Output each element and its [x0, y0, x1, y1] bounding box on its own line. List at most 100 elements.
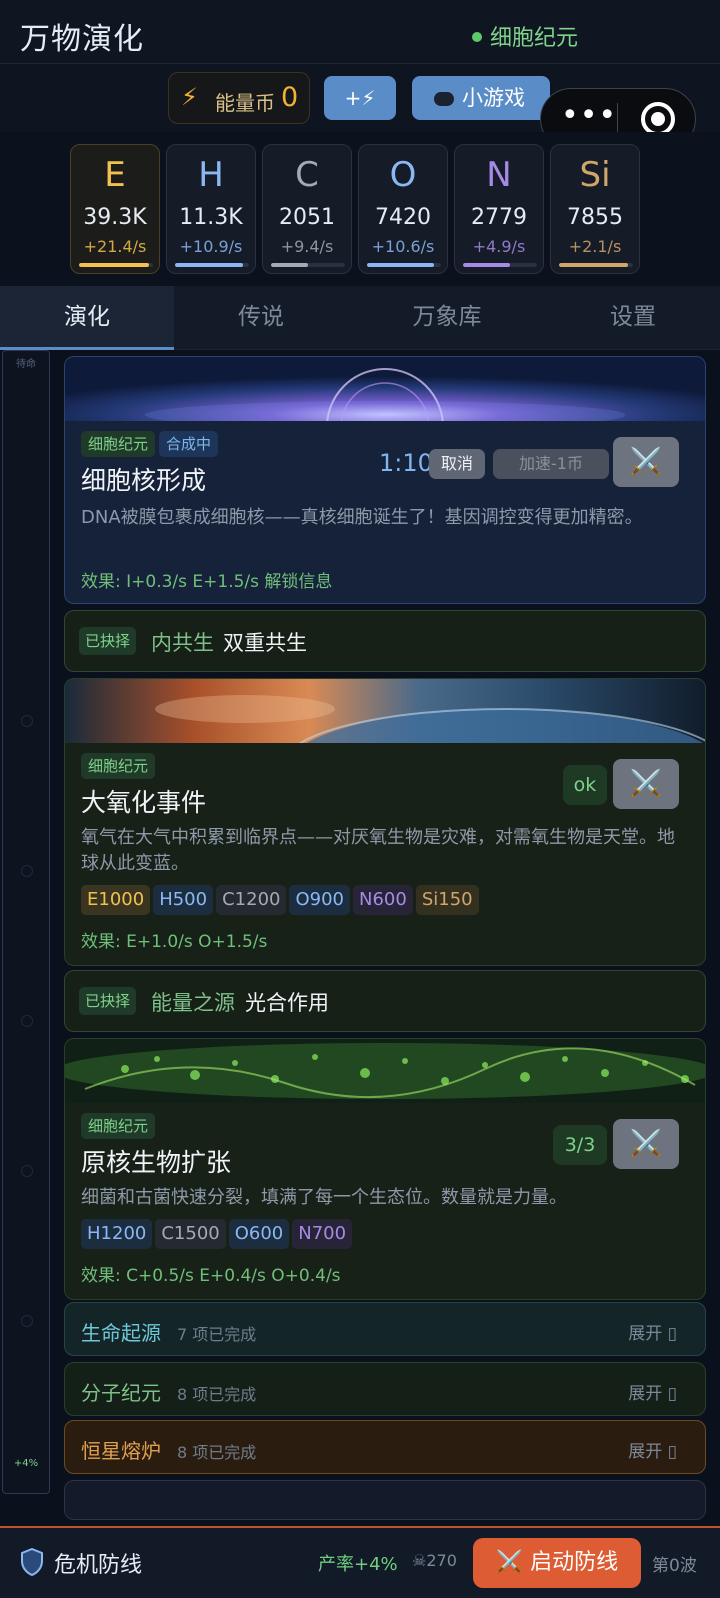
evolution-list: 细胞纪元 合成中 细胞核形成 1:10 取消 加速-1币 ⚔️ DNA被膜包裹成细… [62, 350, 708, 1528]
progress-rail: 待命 +4% [2, 350, 50, 1494]
crossed-swords-icon[interactable]: ⚔️ [613, 437, 679, 487]
resource-card-si[interactable]: Si 7855 +2.1/s [550, 144, 640, 274]
earth-banner [65, 679, 705, 743]
coin-label: 能量币 [215, 91, 275, 115]
status-tag: 合成中 [159, 431, 219, 457]
resource-symbol: E [104, 155, 126, 195]
target-icon[interactable] [641, 102, 675, 136]
shield-icon [21, 1548, 43, 1576]
coin-value: 0 [281, 82, 299, 113]
tab-bar: 演化 传说 万象库 设置 [0, 286, 720, 350]
app-title: 万物演化 [20, 22, 144, 57]
cost-chip: C1200 [216, 885, 287, 915]
tab-library[interactable]: 万象库 [360, 286, 534, 350]
resource-card-e[interactable]: E 39.3K +21.4/s [70, 144, 160, 274]
resource-progress-fill [367, 263, 434, 267]
resource-rate: +2.1/s [568, 237, 622, 256]
resource-progress-bar [271, 263, 345, 267]
resource-panel: E 39.3K +21.4/s H 11.3K +10.9/s C 2051 +9.4/s O 74… [0, 132, 720, 286]
choice-category: 能量之源 [151, 991, 235, 1015]
add-energy-button[interactable]: +⚡ [324, 76, 396, 120]
resource-card-h[interactable]: H 11.3K +10.9/s [166, 144, 256, 274]
more-dots-icon[interactable]: ••• [561, 101, 617, 131]
era-section-row[interactable]: 分子纪元 8 项已完成 展开 ▯ [64, 1362, 706, 1416]
expand-button[interactable]: 展开 ▯ [628, 1319, 677, 1344]
resource-progress-fill [463, 263, 511, 267]
section-count: 7 项已完成 [177, 1325, 257, 1344]
energy-coin-display: ⚡ 能量币 0 [168, 72, 310, 124]
resource-progress-fill [559, 263, 628, 267]
era-section-row[interactable]: 生命起源 7 项已完成 展开 ▯ [64, 1302, 706, 1356]
resource-symbol: C [295, 155, 319, 195]
choice-name: 光合作用 [245, 991, 329, 1015]
resource-progress-fill [79, 263, 150, 267]
crossed-swords-icon[interactable]: ⚔️ [613, 759, 679, 809]
resource-rate: +10.9/s [179, 237, 243, 256]
resource-rate: +4.9/s [472, 237, 526, 256]
crossed-swords-icon[interactable]: ⚔️ [613, 1119, 679, 1169]
choice-row-endosymbiosis[interactable]: 已抉择 内共生 双重共生 [64, 610, 706, 672]
expand-button[interactable]: 展开 ▯ [628, 1379, 677, 1404]
cost-chip: N600 [353, 885, 413, 915]
wave-counter: 第0波 [652, 1556, 697, 1576]
rail-node [21, 715, 33, 727]
era-section-row[interactable]: 恒星熔炉 8 项已完成 展开 ▯ [64, 1420, 706, 1474]
resource-value: 2779 [471, 205, 527, 230]
event-description: DNA被膜包裹成细胞核——真核细胞诞生了！基因调控变得更加精密。 [81, 507, 643, 528]
cost-chip: E1000 [81, 885, 151, 915]
era-tag: 细胞纪元 [81, 753, 156, 779]
cost-chip: Si150 [415, 885, 479, 915]
resource-card-o[interactable]: O 7420 +10.6/s [358, 144, 448, 274]
resource-symbol: H [198, 155, 224, 195]
era-section-row[interactable] [64, 1480, 706, 1520]
section-count: 8 项已完成 [177, 1443, 257, 1462]
defense-title: 危机防线 [54, 1553, 143, 1578]
resource-symbol: Si [579, 155, 611, 195]
chosen-tag: 已抉择 [79, 627, 137, 655]
event-effect: 效果: E+1.0/s O+1.5/s [81, 932, 268, 952]
minigame-label: 小游戏 [462, 86, 525, 110]
start-defense-button[interactable]: ⚔️ 启动防线 [473, 1538, 641, 1588]
resource-rate: +10.6/s [371, 237, 435, 256]
rail-top-label: 待命 [16, 359, 36, 370]
status-dot-icon [472, 32, 482, 42]
event-card-oxidation: 细胞纪元 大氧化事件 ok ⚔️ 氧气在大气中积累到临界点——对厌氧生物是灾难，… [64, 678, 706, 966]
resource-card-c[interactable]: C 2051 +9.4/s [262, 144, 352, 274]
resource-progress-bar [175, 263, 249, 267]
event-card-prokaryote: 细胞纪元 原核生物扩张 3/3 ⚔️ 细菌和古菌快速分裂，填满了每一个生态位。数… [64, 1038, 706, 1300]
production-rate: 产率+4% [318, 1554, 398, 1575]
choice-name: 双重共生 [223, 631, 307, 655]
chosen-tag: 已抉择 [79, 987, 137, 1015]
era-tag: 细胞纪元 [81, 1113, 156, 1139]
expand-button[interactable]: 展开 ▯ [628, 1437, 677, 1462]
resource-value: 7420 [375, 205, 431, 230]
resource-rate: +21.4/s [83, 237, 147, 256]
banner-image [65, 679, 705, 743]
enemy-count: ☠270 [412, 1551, 457, 1570]
cost-chip: O600 [228, 1219, 290, 1249]
resource-rate: +9.4/s [280, 237, 334, 256]
tab-evolution[interactable]: 演化 [0, 286, 174, 350]
speedup-button[interactable]: 加速-1币 [493, 449, 609, 479]
rail-bottom-label: +4% [13, 1458, 39, 1469]
cost-chip: O900 [289, 885, 351, 915]
choice-row-energy-source[interactable]: 已抉择 能量之源 光合作用 [64, 970, 706, 1032]
cancel-button[interactable]: 取消 [429, 449, 485, 479]
tab-settings[interactable]: 设置 [546, 286, 720, 350]
event-effect: 效果: C+0.5/s E+0.4/s O+0.4/s [81, 1266, 341, 1286]
tab-legend[interactable]: 传说 [174, 286, 348, 350]
bacteria-banner [65, 1039, 705, 1103]
section-name: 恒星熔炉 [81, 1439, 161, 1463]
resource-symbol: N [486, 155, 512, 195]
minigame-button[interactable]: 小游戏 [412, 76, 550, 120]
resource-card-n[interactable]: N 2779 +4.9/s [454, 144, 544, 274]
event-title: 细胞核形成 [81, 466, 207, 495]
event-title: 原核生物扩张 [81, 1148, 232, 1177]
status-ok-badge: ok [563, 765, 607, 805]
choice-category: 内共生 [151, 631, 214, 655]
cost-list: E1000 H500 C1200 O900 N600 Si150 [81, 885, 482, 915]
section-name: 生命起源 [81, 1321, 161, 1345]
rail-node [21, 1015, 33, 1027]
gamepad-icon [434, 92, 454, 106]
crisis-defense-bar: 危机防线 产率+4% ☠270 ⚔️ 启动防线 第0波 [0, 1526, 720, 1598]
